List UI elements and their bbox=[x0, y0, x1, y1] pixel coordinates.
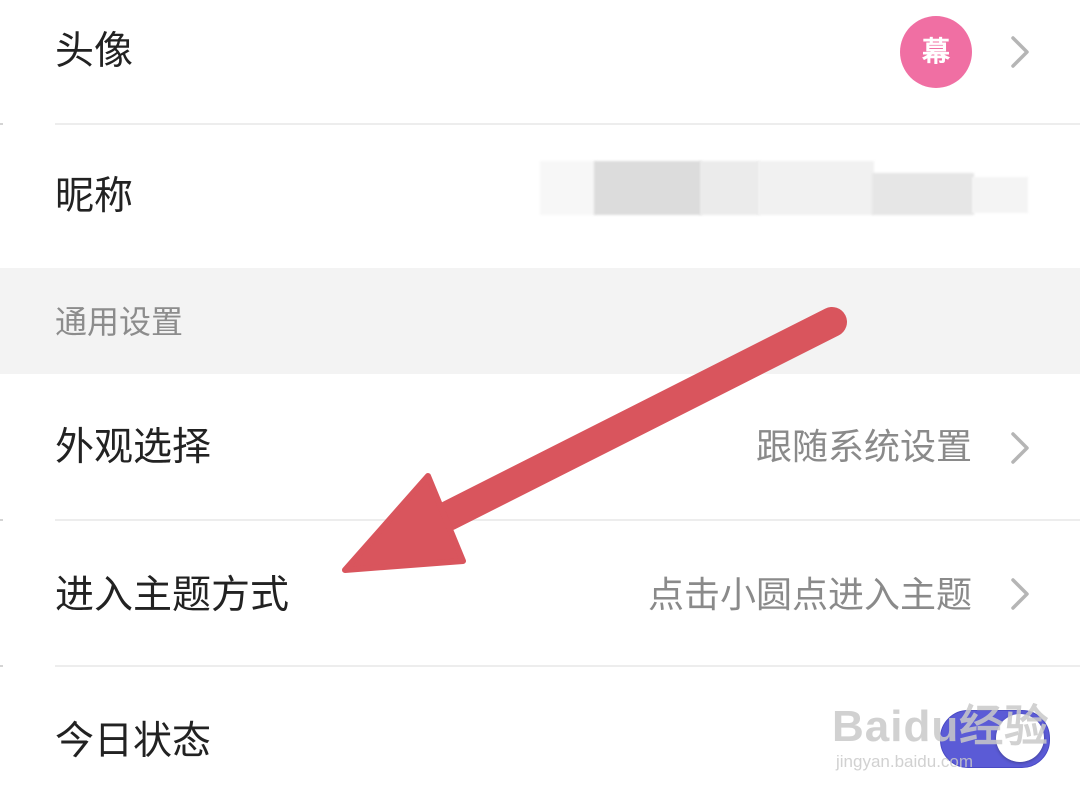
section-title: 通用设置 bbox=[55, 303, 184, 341]
watermark-brand: Baidu经验 bbox=[832, 702, 1050, 751]
nickname-label: 昵称 bbox=[55, 174, 134, 219]
appearance-value: 跟随系统设置 bbox=[755, 427, 972, 468]
avatar-label: 头像 bbox=[55, 29, 134, 74]
today-status-label: 今日状态 bbox=[55, 719, 212, 764]
appearance-label: 外观选择 bbox=[55, 425, 212, 470]
avatar[interactable]: 幕 bbox=[900, 16, 972, 88]
chevron-right-icon bbox=[1011, 578, 1029, 610]
chevron-right-icon bbox=[1011, 432, 1029, 464]
settings-page: 头像 幕 昵称 通用设置 外观选择 跟随系统设置 进入主题方式 点击小圆点进入主 bbox=[0, 0, 1080, 800]
chevron-right-icon bbox=[1011, 36, 1029, 68]
avatar-row[interactable]: 头像 幕 bbox=[0, 0, 1080, 123]
appearance-row[interactable]: 外观选择 跟随系统设置 bbox=[0, 374, 1080, 519]
theme-entry-label: 进入主题方式 bbox=[55, 573, 290, 618]
theme-entry-row[interactable]: 进入主题方式 点击小圆点进入主题 bbox=[0, 521, 1080, 665]
section-header-general: 通用设置 bbox=[0, 268, 1080, 374]
theme-entry-value: 点击小圆点进入主题 bbox=[647, 575, 972, 616]
watermark-url: jingyan.baidu.com bbox=[836, 752, 974, 771]
nickname-row[interactable]: 昵称 bbox=[0, 125, 1080, 268]
baidu-watermark: Baidu经验 jingyan.baidu.com bbox=[832, 690, 1049, 772]
